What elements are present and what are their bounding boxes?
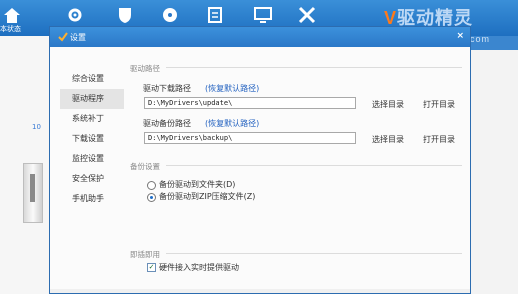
logo-text: 驱动精灵 [397,8,474,28]
settings-nav: 综合设置 驱动程序 系统补丁 下载设置 监控设置 安全保护 手机助手 [60,69,124,209]
choose-download-dir-button[interactable]: 选择目录 [372,99,404,110]
section-title-backup-settings: 备份设置 [130,162,160,171]
settings-check-icon [58,32,68,42]
download-path-label: 驱动下载路径 [143,84,191,93]
app-status-label: 本状态 [0,25,21,33]
nav-item-drivers[interactable]: 驱动程序 [60,89,124,109]
logo-domain: com [470,34,491,44]
divider [166,253,462,254]
backup-zip-radio[interactable] [147,193,156,202]
download-path-input[interactable]: D:\MyDrivers\update\ [144,97,356,109]
monitor-icon[interactable] [253,6,273,24]
nav-item-monitor[interactable]: 监控设置 [60,149,124,169]
settings-content: 驱动路径 驱动下载路径 (恢复默认路径) D:\MyDrivers\update… [130,51,462,293]
nav-item-patches[interactable]: 系统补丁 [60,109,124,129]
backup-zip-label[interactable]: 备份驱动到ZIP压缩文件(Z) [159,191,255,202]
document-icon[interactable] [205,6,225,24]
gear-icon[interactable] [65,6,85,24]
nav-item-security[interactable]: 安全保护 [60,169,124,189]
nav-item-mobile[interactable]: 手机助手 [60,189,124,209]
dialog-footer [50,289,470,293]
disc-icon[interactable] [160,6,180,24]
side-number: 10 [32,123,41,131]
open-download-dir-button[interactable]: 打开目录 [423,99,455,110]
divider [166,67,462,68]
section-title-plug-and-play: 即插即用 [130,250,160,259]
realtime-driver-label[interactable]: 硬件接入实时提供驱动 [159,262,239,273]
close-icon[interactable]: × [456,31,464,41]
section-title-driver-path: 驱动路径 [130,64,160,73]
backup-path-input[interactable]: D:\MyDrivers\backup\ [144,132,356,144]
backup-folder-radio[interactable] [147,181,156,190]
divider [166,165,462,166]
tools-icon[interactable] [297,6,317,24]
backup-folder-label[interactable]: 备份驱动到文件夹(D) [159,179,235,190]
dialog-titlebar[interactable]: 设置 × [50,27,470,47]
shield-icon[interactable] [115,6,135,24]
dialog-title: 设置 [70,33,86,42]
realtime-driver-checkbox[interactable]: ✓ [147,263,156,272]
choose-backup-dir-button[interactable]: 选择目录 [372,134,404,145]
app-right-panel [471,36,518,294]
restore-backup-path-link[interactable]: (恢复默认路径) [205,118,259,129]
restore-download-path-link[interactable]: (恢复默认路径) [205,83,259,94]
settings-dialog: 设置 × 综合设置 驱动程序 系统补丁 下载设置 监控设置 安全保护 手机助手 … [49,26,471,294]
home-icon[interactable] [2,6,22,24]
open-backup-dir-button[interactable]: 打开目录 [423,134,455,145]
computer-tower-image [23,163,43,223]
backup-path-label: 驱动备份路径 [143,119,191,128]
logo-mark: V [384,8,398,28]
nav-item-download[interactable]: 下载设置 [60,129,124,149]
nav-item-general[interactable]: 综合设置 [60,69,124,89]
